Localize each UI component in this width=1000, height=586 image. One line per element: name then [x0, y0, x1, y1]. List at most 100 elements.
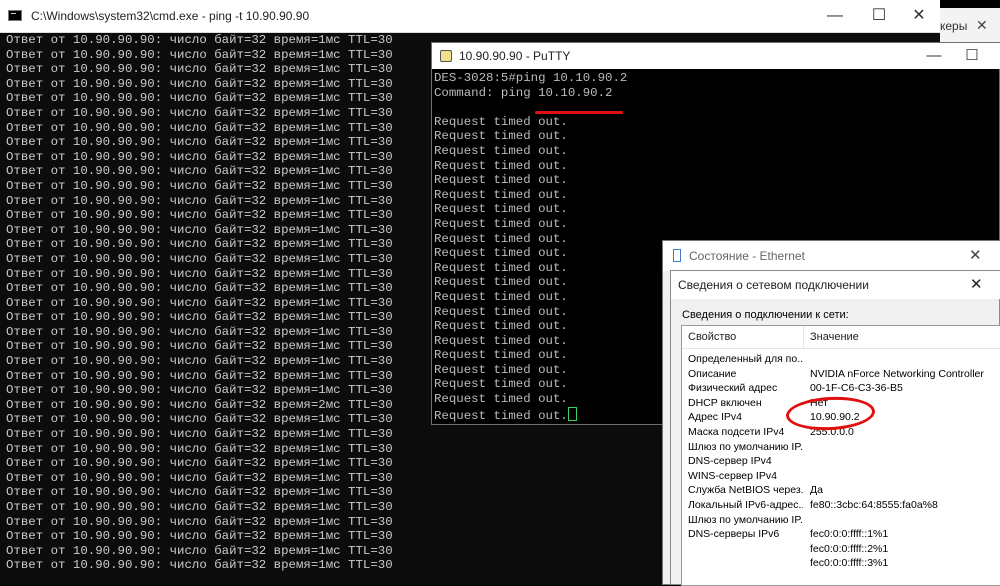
property-cell: Маска подсети IPv4 — [688, 426, 785, 438]
cmd-output-line: Ответ от 10.90.90.90: число байт=32 врем… — [6, 441, 393, 456]
putty-titlebar[interactable]: 10.90.90.90 - PuTTY — ☐ — [432, 43, 1000, 69]
minimize-button[interactable]: — — [812, 0, 858, 32]
details-listview[interactable]: Свойство Значение Определенный для по...… — [681, 325, 1000, 586]
putty-timeout-line-text: Request timed out. — [434, 348, 568, 363]
cmd-output-line: Ответ от 10.90.90.90: число байт=32 врем… — [6, 62, 393, 77]
cmd-app-icon — [8, 10, 22, 21]
close-button[interactable]: ✕ — [896, 0, 942, 32]
property-cell: WINS-сервер IPv4 — [688, 469, 777, 482]
putty-timeout-line: Request timed out. — [434, 275, 627, 290]
browser-tab-text: керы — [940, 19, 968, 33]
putty-timeout-line-text: Request timed out. — [434, 143, 568, 158]
cmd-output-line: Ответ от 10.90.90.90: число байт=32 врем… — [6, 412, 393, 427]
putty-timeout-line-text: Request timed out. — [434, 362, 568, 377]
property-cell: Служба NetBIOS через... — [688, 484, 803, 497]
putty-timeout-line-text: Request timed out. — [434, 158, 568, 173]
ethernet-status-close-button[interactable]: ✕ — [969, 246, 982, 264]
details-row[interactable]: Локальный IPv6-адрес... fe80::3cbc:64:855… — [682, 498, 1000, 513]
putty-timeout-line: Request timed out. — [434, 261, 627, 276]
details-row[interactable]: Описание NVIDIA nForce Networking Control… — [682, 367, 1000, 382]
details-label: Сведения о подключении к сети: — [682, 309, 849, 321]
browser-tab-fragment[interactable]: керы ✕ — [940, 8, 1000, 46]
value-cell: fec0:0:0:ffff::1%1 — [810, 528, 889, 541]
cmd-output-line: Ответ от 10.90.90.90: число байт=32 врем… — [6, 120, 393, 135]
putty-timeout-line: Request timed out. — [434, 159, 627, 174]
putty-prompt-line-text: DES-3028:5#ping 10.10.90.2 — [434, 71, 628, 85]
details-close-button[interactable]: ✕ — [970, 275, 983, 293]
cmd-output-line: Ответ от 10.90.90.90: число байт=32 врем… — [6, 368, 393, 383]
cmd-output-line: Ответ от 10.90.90.90: число байт=32 врем… — [6, 558, 393, 573]
terminal-cursor — [567, 406, 577, 421]
cmd-output-line: Ответ от 10.90.90.90: число байт=32 врем… — [6, 178, 393, 193]
putty-command-line-text: Command: ping 10.10.90.2 — [434, 85, 613, 100]
putty-maximize-button[interactable]: ☐ — [952, 43, 992, 69]
putty-terminal-output[interactable]: DES-3028:5#ping 10.10.90.2 Command: ping … — [434, 71, 627, 423]
property-cell: Физический адрес — [688, 382, 778, 395]
cmd-output-line: Ответ от 10.90.90.90: число байт=32 врем… — [6, 324, 393, 339]
cmd-output-line: Ответ от 10.90.90.90: число байт=32 врем… — [6, 149, 393, 164]
property-cell: Описание — [688, 367, 737, 380]
column-header-value[interactable]: Значение — [810, 331, 859, 343]
putty-last-line-text: Request timed out. — [434, 408, 568, 423]
column-separator[interactable] — [803, 326, 804, 348]
details-row[interactable]: Шлюз по умолчанию IP... — [682, 513, 1000, 528]
cmd-output-line: Ответ от 10.90.90.90: число байт=32 врем… — [6, 33, 393, 47]
details-row[interactable]: Шлюз по умолчанию IP... — [682, 440, 1000, 455]
putty-timeout-line: Request timed out. — [434, 188, 627, 203]
details-row[interactable]: Определенный для по... — [682, 352, 1000, 367]
cmd-output-line: Ответ от 10.90.90.90: число байт=32 врем… — [6, 500, 393, 514]
red-underline-annotation — [535, 111, 623, 114]
putty-timeout-line-text: Request timed out. — [434, 216, 568, 231]
details-row[interactable]: DNS-сервер IPv4 — [682, 454, 1000, 469]
cmd-titlebar[interactable]: C:\Windows\system32\cmd.exe - ping -t 10… — [0, 0, 940, 33]
putty-timeout-line: Request timed out. — [434, 144, 627, 159]
putty-minimize-button[interactable]: — — [914, 43, 954, 69]
value-cell: fec0:0:0:ffff::2%1 — [810, 542, 889, 555]
details-row[interactable]: WINS-сервер IPv4 — [682, 469, 1000, 484]
putty-timeout-line: Request timed out. — [434, 217, 627, 232]
cmd-output-line: Ответ от 10.90.90.90: число байт=32 врем… — [6, 543, 393, 558]
cmd-output-line: Ответ от 10.90.90.90: число байт=32 врем… — [6, 383, 393, 398]
cmd-output-line: Ответ от 10.90.90.90: число байт=32 врем… — [6, 310, 393, 325]
details-row[interactable]: Служба NetBIOS через... Да — [682, 483, 1000, 498]
ethernet-status-titlebar[interactable]: Состояние - Ethernet ✕ — [663, 241, 1000, 271]
cmd-output-line: Ответ от 10.90.90.90: число байт=32 врем… — [6, 164, 393, 179]
putty-blank-line-text — [434, 100, 441, 114]
ethernet-status-title: Состояние - Ethernet — [689, 249, 805, 263]
details-row[interactable]: fec0:0:0:ffff::3%1 — [682, 556, 1000, 571]
cmd-output-line: Ответ от 10.90.90.90: число байт=32 врем… — [6, 397, 393, 412]
property-cell: DHCP включен — [688, 396, 762, 409]
putty-timeout-line-text: Request timed out. — [434, 246, 568, 261]
cmd-output-line: Ответ от 10.90.90.90: число байт=32 врем… — [6, 91, 393, 106]
putty-timeout-line: Request timed out. — [434, 319, 627, 334]
putty-timeout-line: Request timed out. — [434, 377, 627, 392]
putty-timeout-line-text: Request timed out. — [434, 129, 568, 144]
putty-timeout-line-text: Request timed out. — [434, 231, 568, 246]
putty-timeout-line-text: Request timed out. — [434, 260, 568, 275]
putty-timeout-line: Request timed out. — [434, 363, 627, 378]
putty-timeout-line: Request timed out. — [434, 232, 627, 247]
value-cell: fe80::3cbc:64:8555:fa0a%8 — [810, 499, 938, 511]
cmd-output-line: Ответ от 10.90.90.90: число байт=32 врем… — [6, 76, 393, 91]
putty-timeout-line-text: Request timed out. — [434, 392, 568, 407]
putty-timeout-line: Request timed out. — [434, 129, 627, 144]
putty-timeout-line: Request timed out. — [434, 246, 627, 261]
cmd-console-output: Ответ от 10.90.90.90: число байт=32 врем… — [6, 33, 393, 573]
cmd-output-line: Ответ от 10.90.90.90: число байт=32 врем… — [6, 470, 393, 485]
column-header-property[interactable]: Свойство — [688, 331, 736, 343]
cmd-window-title: C:\Windows\system32\cmd.exe - ping -t 10… — [31, 9, 310, 23]
putty-command-line: Command: ping 10.10.90.2 — [434, 86, 627, 101]
details-row[interactable]: fec0:0:0:ffff::2%1 — [682, 542, 1000, 557]
details-row[interactable]: DNS-серверы IPv6 fec0:0:0:ffff::1%1 — [682, 527, 1000, 542]
putty-window-title: 10.90.90.90 - PuTTY — [459, 49, 571, 63]
putty-timeout-line-text: Request timed out. — [434, 114, 568, 129]
details-titlebar[interactable]: Сведения о сетевом подключении ✕ — [671, 271, 1000, 299]
browser-tab-close-icon[interactable]: ✕ — [976, 17, 988, 34]
property-cell: Определенный для по... — [688, 353, 803, 365]
details-row[interactable]: Физический адрес 00-1F-C6-C3-36-B5 — [682, 381, 1000, 396]
putty-timeout-line-text: Request timed out. — [434, 319, 568, 334]
cmd-output-line: Ответ от 10.90.90.90: число байт=32 врем… — [6, 456, 393, 471]
value-cell: fec0:0:0:ffff::3%1 — [810, 557, 889, 570]
property-cell: Локальный IPv6-адрес... — [688, 499, 803, 511]
cmd-output-line: Ответ от 10.90.90.90: число байт=32 врем… — [6, 295, 393, 310]
